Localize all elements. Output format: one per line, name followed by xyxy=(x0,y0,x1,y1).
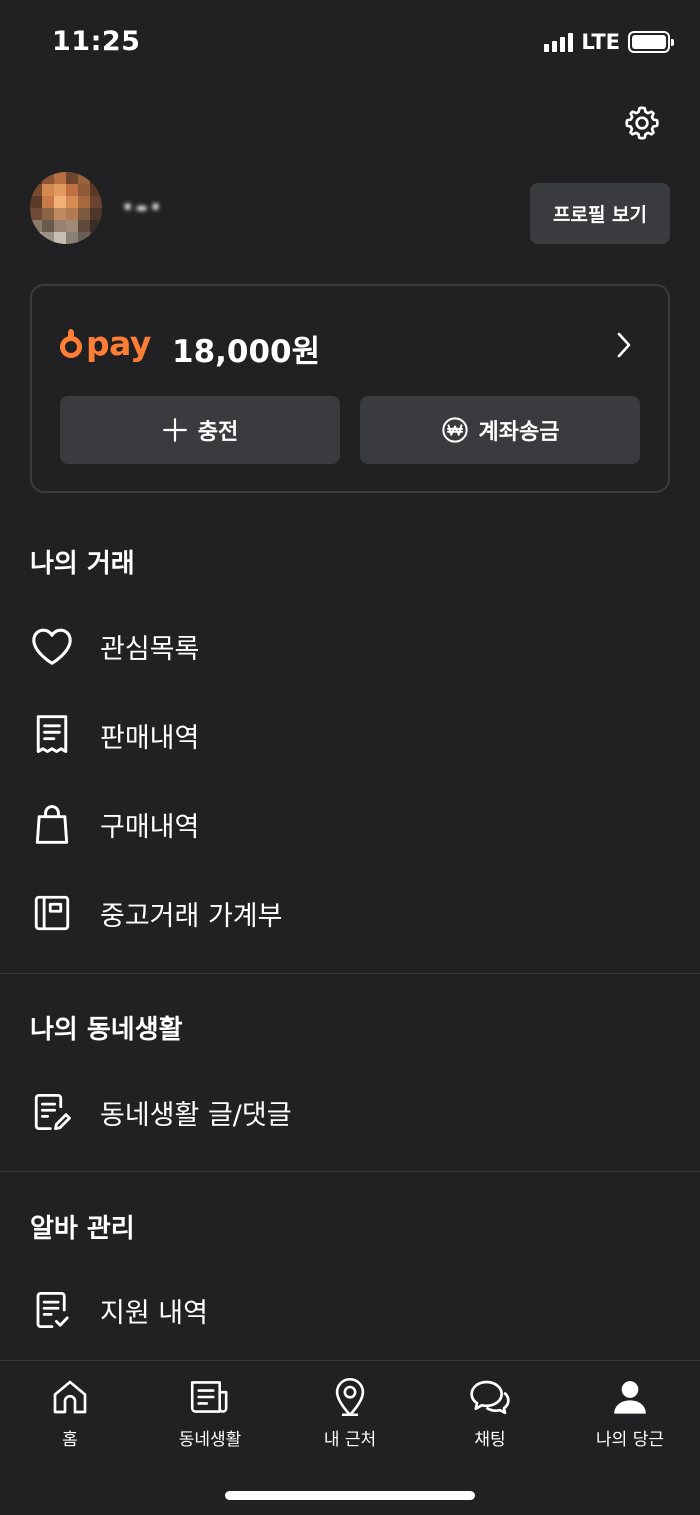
section-title-jobs: 알바 관리 xyxy=(30,1214,135,1244)
gear-icon xyxy=(625,106,659,140)
tab-label: 채팅 xyxy=(474,1430,506,1450)
pay-balance[interactable]: 18,000원 xyxy=(172,326,320,371)
location-pin-icon xyxy=(335,1377,365,1417)
tab-home[interactable]: 홈 xyxy=(0,1375,140,1455)
menu-item-watchlist[interactable]: 관심목록 xyxy=(30,616,670,676)
receipt-icon xyxy=(36,715,68,753)
status-indicators: LTE xyxy=(544,30,674,54)
menu-item-trade-ledger[interactable]: 중고거래 가계부 xyxy=(30,883,670,943)
menu-item-purchase-history[interactable]: 구매내역 xyxy=(30,794,670,854)
tab-my-carrot[interactable]: 나의 당근 xyxy=(560,1375,700,1455)
section-divider xyxy=(0,1171,700,1172)
pay-card: pay 18,000원 충전 계좌송금 xyxy=(30,284,670,493)
transfer-button[interactable]: 계좌송금 xyxy=(360,396,640,464)
menu-item-label: 판매내역 xyxy=(100,722,200,754)
view-profile-button[interactable]: 프로필 보기 xyxy=(530,183,670,244)
settings-button[interactable] xyxy=(620,101,664,145)
pay-logo-text: pay xyxy=(86,324,151,363)
transfer-label: 계좌송금 xyxy=(478,420,560,445)
battery-icon xyxy=(628,31,674,53)
tab-chat[interactable]: 채팅 xyxy=(420,1375,560,1455)
tab-nearby[interactable]: 내 근처 xyxy=(280,1375,420,1455)
menu-item-neighborhood-posts[interactable]: 동네생활 글/댓글 xyxy=(30,1082,670,1142)
won-circle-icon xyxy=(441,417,468,443)
menu-item-label: 지원 내역 xyxy=(100,1297,208,1329)
menu-item-label: 중고거래 가계부 xyxy=(100,900,283,932)
document-edit-icon xyxy=(34,1093,71,1131)
charge-button[interactable]: 충전 xyxy=(60,396,340,464)
nickname: ·-· xyxy=(122,189,164,225)
chevron-right-icon[interactable] xyxy=(612,330,636,360)
tab-neighborhood[interactable]: 동네생활 xyxy=(140,1375,280,1455)
newspaper-icon xyxy=(190,1381,228,1413)
document-check-icon xyxy=(36,1291,69,1329)
tab-label: 내 근처 xyxy=(323,1430,377,1450)
charge-label: 충전 xyxy=(197,420,239,445)
home-indicator[interactable] xyxy=(225,1491,475,1500)
section-title-trade: 나의 거래 xyxy=(30,549,135,579)
menu-item-applications[interactable]: 지원 내역 xyxy=(30,1280,670,1340)
network-type: LTE xyxy=(581,30,620,54)
tab-label: 홈 xyxy=(62,1430,78,1450)
signal-icon xyxy=(544,32,574,52)
menu-item-label: 구매내역 xyxy=(100,811,200,843)
plus-icon xyxy=(162,418,187,442)
pay-logo: pay xyxy=(60,324,151,363)
heart-icon xyxy=(32,628,72,665)
menu-item-label: 관심목록 xyxy=(100,633,200,665)
shopping-bag-icon xyxy=(35,805,69,844)
menu-item-sales-history[interactable]: 판매내역 xyxy=(30,705,670,765)
ledger-book-icon xyxy=(34,895,70,931)
section-title-neighborhood: 나의 동네생활 xyxy=(30,1015,183,1045)
status-bar: 11:25 LTE xyxy=(0,0,700,88)
avatar[interactable] xyxy=(30,172,102,244)
tab-label: 나의 당근 xyxy=(596,1430,664,1450)
carrot-icon xyxy=(60,328,82,358)
section-divider xyxy=(0,973,700,974)
status-time: 11:25 xyxy=(52,26,141,57)
menu-item-label: 동네생활 글/댓글 xyxy=(100,1099,292,1131)
chat-bubbles-icon xyxy=(470,1380,510,1415)
home-icon xyxy=(53,1380,87,1414)
tab-label: 동네생활 xyxy=(178,1430,242,1450)
user-icon xyxy=(614,1381,646,1414)
